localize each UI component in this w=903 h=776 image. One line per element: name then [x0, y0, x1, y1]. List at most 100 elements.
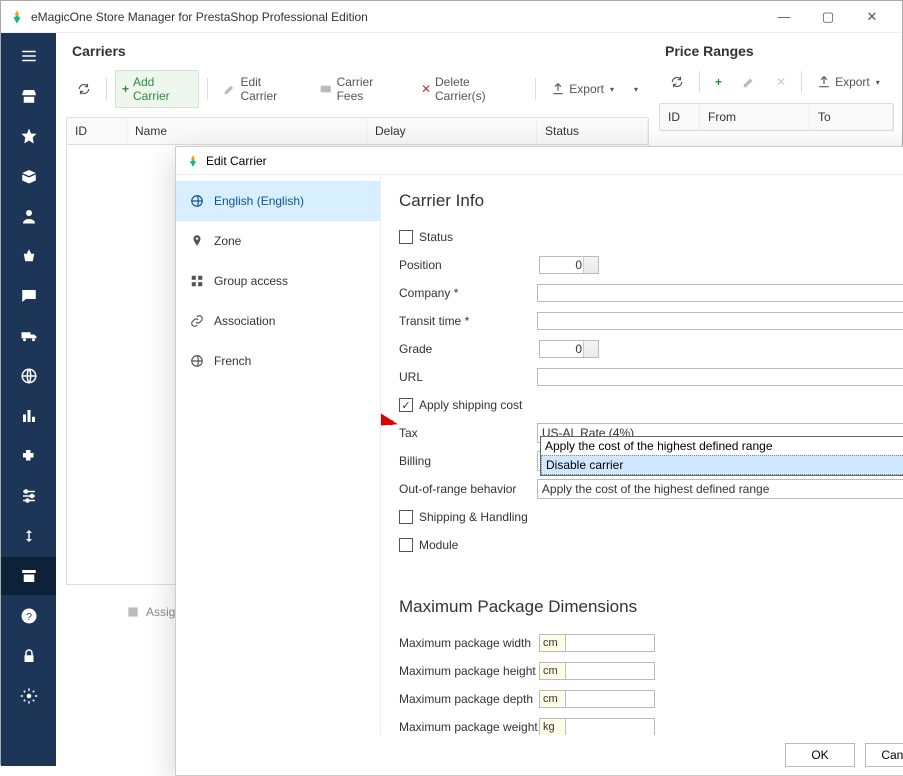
sidebar-item-help[interactable]: ? [1, 597, 56, 635]
sidebar-item-catalog[interactable] [1, 157, 56, 195]
sidebar-item-settings[interactable] [1, 677, 56, 715]
carriers-table-header: ID Name Delay Status [66, 117, 649, 145]
sidebar-item-stats[interactable] [1, 397, 56, 435]
col-name[interactable]: Name [127, 118, 367, 144]
company-input[interactable] [537, 284, 903, 302]
pr-refresh-button[interactable] [663, 70, 691, 94]
carriers-heading: Carriers [72, 43, 649, 59]
pr-export-button[interactable]: Export▾ [810, 70, 887, 94]
fees-icon [319, 82, 333, 96]
assign-button[interactable]: Assig [126, 605, 175, 619]
edit-carrier-button[interactable]: Edit Carrier [216, 70, 306, 108]
refresh-icon [77, 82, 91, 96]
sidebar-item-archive[interactable] [1, 557, 56, 595]
carriers-toolbar: +Add Carrier Edit Carrier Carrier Fees ✕… [66, 67, 649, 111]
hamburger-icon [20, 47, 38, 65]
assign-label: Assig [146, 605, 175, 619]
globe-icon [190, 354, 204, 368]
carrier-fees-button[interactable]: Carrier Fees [312, 70, 408, 108]
oor-option-1[interactable]: Apply the cost of the highest defined ra… [541, 437, 903, 455]
height-unit: cm [539, 662, 565, 680]
dlg-nav-group[interactable]: Group access [176, 261, 380, 301]
sidebar-item-modules[interactable] [1, 437, 56, 475]
transit-input[interactable] [537, 312, 903, 330]
refresh-button[interactable] [70, 77, 98, 101]
apply-shipping-label: Apply shipping cost [419, 398, 522, 412]
width-unit: cm [539, 634, 565, 652]
transit-label: Transit time * [399, 314, 537, 328]
dlg-nav-assoc-label: Association [214, 314, 275, 328]
svg-text:?: ? [26, 611, 32, 623]
sidebar-item-favorites[interactable] [1, 117, 56, 155]
sync-icon [20, 527, 38, 545]
col-status[interactable]: Status [537, 118, 648, 144]
oor-option-2[interactable]: Disable carrier [541, 455, 903, 475]
toolbar-overflow-button[interactable]: ▾ [627, 80, 645, 99]
dlg-nav-english[interactable]: English (English) [176, 181, 380, 221]
position-label: Position [399, 258, 539, 272]
dlg-nav-association[interactable]: Association [176, 301, 380, 341]
sidebar-menu-button[interactable] [1, 37, 56, 75]
delete-carrier-label: Delete Carrier(s) [435, 75, 520, 103]
dlg-nav-french[interactable]: French [176, 341, 380, 381]
oor-dropdown: Apply the cost of the highest defined ra… [540, 436, 903, 476]
refresh-icon [670, 75, 684, 89]
sidebar-item-localization[interactable] [1, 357, 56, 395]
position-input[interactable]: 0▲▼ [539, 256, 599, 274]
window-close-button[interactable]: ✕ [850, 2, 894, 32]
app-logo-icon [186, 154, 200, 168]
dialog-title: Edit Carrier [206, 154, 267, 168]
globe-icon [190, 194, 204, 208]
add-carrier-button[interactable]: +Add Carrier [115, 70, 199, 108]
url-input[interactable] [537, 368, 903, 386]
sidebar-item-security[interactable] [1, 637, 56, 675]
export-carriers-button[interactable]: Export▾ [544, 77, 621, 101]
col-id[interactable]: ID [67, 118, 127, 144]
max-height-input[interactable] [565, 662, 655, 680]
box-open-icon [20, 167, 38, 185]
sidebar-item-customers[interactable] [1, 197, 56, 235]
pr-edit-button[interactable] [735, 70, 763, 94]
pr-col-from[interactable]: From [700, 104, 810, 130]
status-checkbox[interactable] [399, 230, 413, 244]
max-width-input[interactable] [565, 634, 655, 652]
max-weight-input[interactable] [565, 718, 655, 735]
sidebar-item-orders[interactable] [1, 237, 56, 275]
callout-arrow-icon [381, 405, 401, 445]
tax-label: Tax [399, 426, 537, 440]
sidebar-item-messages[interactable] [1, 277, 56, 315]
module-checkbox[interactable] [399, 538, 413, 552]
sidebar-item-store[interactable] [1, 77, 56, 115]
delete-carrier-button[interactable]: ✕Delete Carrier(s) [414, 70, 527, 108]
sidebar-item-sync[interactable] [1, 517, 56, 555]
oor-select[interactable]: Apply the cost of the highest defined ra… [537, 479, 903, 499]
grade-input[interactable]: 0▲▼ [539, 340, 599, 358]
sidebar-item-shipping[interactable] [1, 317, 56, 355]
main-sidebar: ? [1, 33, 56, 766]
user-icon [20, 207, 38, 225]
price-ranges-heading: Price Ranges [665, 43, 894, 59]
window-maximize-button[interactable]: ▢ [806, 2, 850, 32]
sidebar-item-preferences[interactable] [1, 477, 56, 515]
dialog-sidebar: English (English) Zone Group access Asso… [176, 175, 381, 735]
pr-add-button[interactable]: + [708, 70, 729, 94]
url-label: URL [399, 370, 537, 384]
max-depth-input[interactable] [565, 690, 655, 708]
export-carriers-label: Export [569, 82, 604, 96]
oor-label: Out-of-range behavior [399, 482, 537, 496]
pr-col-to[interactable]: To [810, 104, 893, 130]
max-depth-label: Maximum package depth [399, 692, 539, 706]
window-minimize-button[interactable]: — [762, 2, 806, 32]
shipping-handling-checkbox[interactable] [399, 510, 413, 524]
dlg-nav-zone[interactable]: Zone [176, 221, 380, 261]
ok-button[interactable]: OK [785, 743, 855, 767]
pencil-icon [742, 75, 756, 89]
cancel-button[interactable]: Cancel [865, 743, 903, 767]
col-delay[interactable]: Delay [367, 118, 537, 144]
pr-delete-button[interactable]: ✕ [769, 70, 793, 94]
pr-col-id[interactable]: ID [660, 104, 700, 130]
export-icon [817, 75, 831, 89]
apply-shipping-checkbox[interactable]: ✓ [399, 398, 413, 412]
truck-icon [20, 327, 38, 345]
billing-label: Billing [399, 454, 537, 468]
